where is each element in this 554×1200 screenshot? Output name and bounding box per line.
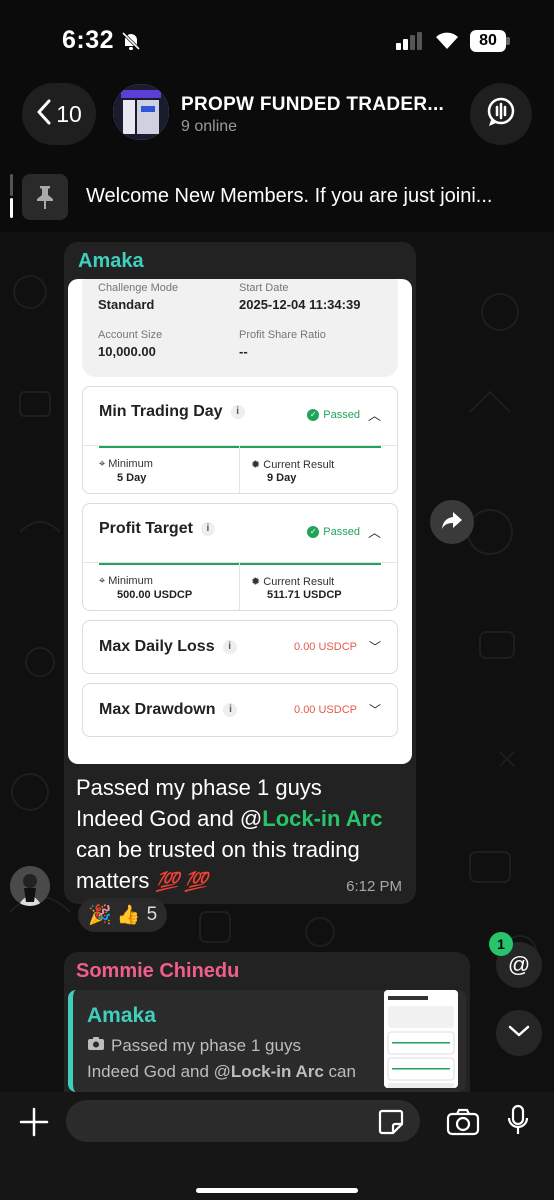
quote-line: Indeed God and @Lock-in Arc can	[87, 1062, 356, 1081]
target-icon: ⌖ Minimum	[99, 458, 153, 470]
group-avatar[interactable]	[113, 84, 169, 140]
current-value: 511.71 USDCP	[267, 589, 342, 601]
message-bubble[interactable]: Sommie Chinedu Amaka Passed my phase 1 g…	[64, 952, 470, 1092]
signal-icon	[396, 32, 424, 55]
result-row: ⌖ Minimum 5 Day ✹ Current Result 9 Day	[83, 445, 397, 493]
share-button[interactable]	[430, 500, 474, 544]
profit-share-value: --	[239, 344, 248, 359]
pin-icon	[22, 174, 68, 220]
reaction-emojis: 🎉 👍	[88, 905, 141, 926]
account-info-box: Challenge Mode Standard Start Date 2025-…	[82, 279, 398, 377]
current-value: 9 Day	[267, 472, 297, 484]
unread-count: 10	[56, 100, 82, 127]
message-bubble[interactable]: Amaka Challenge Mode Standard Start Date…	[64, 242, 416, 904]
pinned-indicator	[10, 174, 13, 196]
min-value: 5 Day	[117, 472, 147, 484]
sender-name[interactable]: Amaka	[78, 250, 144, 273]
back-button[interactable]: 10	[22, 83, 96, 145]
status-time: 6:32	[62, 26, 115, 54]
wifi-icon	[434, 30, 460, 55]
camera-icon[interactable]	[446, 1108, 480, 1141]
home-indicator	[196, 1188, 358, 1193]
bell-muted-icon	[120, 30, 142, 57]
chat-header: 10 PROPW FUNDED TRADER... 9 online	[0, 80, 554, 160]
card-title: Max Daily Loss i	[99, 638, 237, 656]
result-row: ⌖ Minimum 500.00 USDCP ✹ Current Result …	[83, 562, 397, 610]
card-title: Min Trading Day i	[99, 403, 245, 421]
chevron-up-icon: ︿	[367, 408, 381, 423]
mention-link[interactable]: Lock-in Arc	[262, 806, 382, 831]
sticker-icon[interactable]	[378, 1109, 404, 1140]
challenge-mode-label: Challenge Mode	[98, 282, 179, 294]
pinned-text: Welcome New Members. If you are just joi…	[86, 185, 493, 207]
card-title: Max Drawdown i	[99, 701, 238, 719]
start-date-value: 2025-12-04 11:34:39	[239, 297, 361, 312]
mic-icon[interactable]	[506, 1104, 530, 1141]
chevron-down-icon	[508, 1024, 530, 1043]
check-icon: ✓	[307, 408, 320, 421]
chevron-left-icon	[36, 99, 52, 130]
profit-target-card: Profit Target i ✓ Passed ︿ ⌖ Minimum 500.00…	[82, 503, 398, 611]
plus-icon	[19, 1107, 49, 1142]
hundred-emoji: 💯 💯	[155, 872, 209, 893]
at-icon: @	[507, 952, 531, 977]
voice-chat-button[interactable]	[470, 83, 532, 145]
status-passed: ✓ Passed ︿	[307, 405, 381, 424]
quote-line: Passed my phase 1 guys	[87, 1036, 301, 1056]
gear-icon: ✹ Current Result	[251, 576, 335, 588]
share-icon	[441, 510, 463, 535]
online-count: 9 online	[181, 118, 238, 135]
min-trading-day-card: Min Trading Day i ✓ Passed ︿ ⌖ Minimum 5 Da…	[82, 386, 398, 494]
pinned-indicator-active	[10, 198, 13, 218]
gear-icon: ✹ Current Result	[251, 459, 335, 471]
message-input[interactable]	[66, 1100, 420, 1142]
message-composer	[0, 1092, 554, 1200]
profit-share-label: Profit Share Ratio	[239, 329, 326, 341]
message-photo[interactable]: Challenge Mode Standard Start Date 2025-…	[68, 279, 412, 764]
reply-quote[interactable]: Amaka Passed my phase 1 guys Indeed God …	[68, 990, 466, 1092]
max-daily-loss-card: Max Daily Loss i 0.00 USDCP ﹀	[82, 620, 398, 674]
quote-sender: Amaka	[87, 1004, 156, 1027]
avatar[interactable]	[10, 866, 50, 906]
challenge-mode-value: Standard	[98, 297, 155, 312]
status-bar: 6:32 80	[0, 0, 554, 80]
message-time: 6:12 PM	[346, 878, 402, 895]
min-value: 500.00 USDCP	[117, 589, 193, 601]
account-size-label: Account Size	[98, 329, 163, 341]
chevron-up-icon: ︿	[367, 525, 381, 540]
voice-chat-icon	[485, 96, 517, 133]
loss-value: 0.00 USDCP	[294, 641, 357, 653]
account-size-value: 10,000.00	[98, 344, 156, 359]
drawdown-value: 0.00 USDCP	[294, 704, 357, 716]
battery-tip	[506, 37, 510, 45]
start-date-label: Start Date	[239, 282, 289, 294]
card-title: Profit Target i	[99, 520, 215, 538]
camera-icon	[87, 1036, 105, 1056]
attach-button[interactable]	[14, 1104, 54, 1144]
group-name[interactable]: PROPW FUNDED TRADER...	[181, 94, 461, 116]
chevron-down-icon: ﹀	[368, 703, 381, 717]
quote-thumbnail	[384, 990, 458, 1088]
battery-indicator: 80	[470, 30, 506, 52]
target-icon: ⌖ Minimum	[99, 575, 153, 587]
message-reactions[interactable]: 🎉 👍 5	[78, 898, 168, 932]
mention-badge: 1	[489, 932, 513, 956]
status-passed: ✓ Passed ︿	[307, 522, 381, 541]
check-icon: ✓	[307, 525, 320, 538]
chevron-down-icon: ﹀	[368, 640, 381, 654]
max-drawdown-card: Max Drawdown i 0.00 USDCP ﹀	[82, 683, 398, 737]
reaction-count: 5	[146, 904, 158, 925]
pinned-message-bar[interactable]: Welcome New Members. If you are just joi…	[0, 170, 554, 226]
scroll-down-button[interactable]	[496, 1010, 542, 1056]
sender-name[interactable]: Sommie Chinedu	[76, 960, 239, 983]
